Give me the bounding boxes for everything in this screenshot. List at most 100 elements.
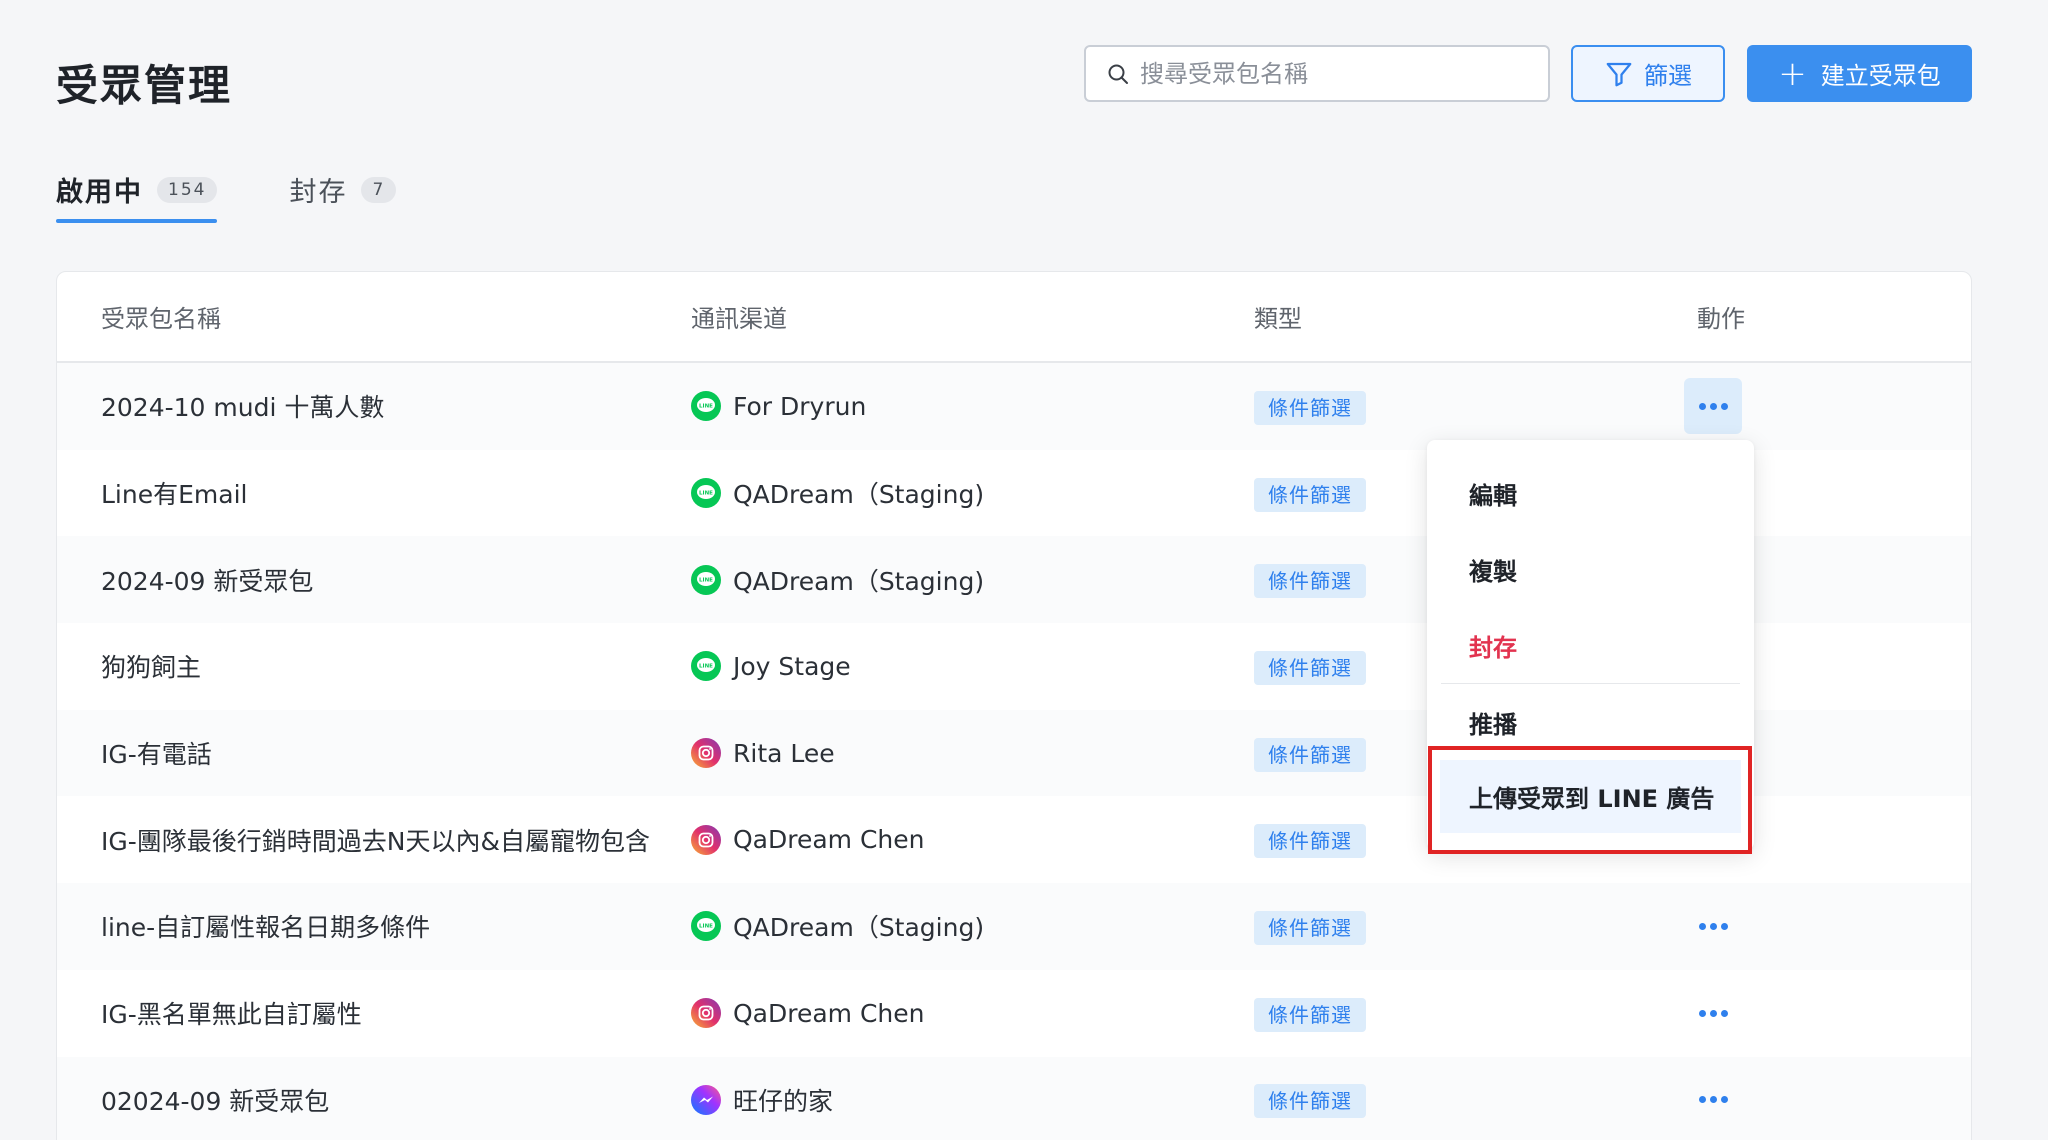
channel-name: QADream（Staging) — [733, 480, 985, 510]
action-cell — [1684, 985, 1742, 1041]
channel-name: QADream（Staging) — [733, 566, 985, 596]
table-header: 受眾包名稱 通訊渠道 類型 動作 — [57, 272, 1971, 363]
type-cell: 條件篩選 — [1254, 650, 1366, 685]
tab-count-badge: 7 — [361, 176, 397, 203]
svg-text:LINE: LINE — [699, 404, 713, 410]
more-actions-button[interactable] — [1684, 1072, 1742, 1128]
plus-icon: + — [1778, 53, 1807, 94]
type-cell: 條件篩選 — [1254, 564, 1366, 599]
table-row[interactable]: line-自訂屬性報名日期多條件 LINE QADream（Staging) 條… — [57, 883, 1971, 970]
type-cell: 條件篩選 — [1254, 390, 1366, 425]
type-cell: 條件篩選 — [1254, 997, 1366, 1032]
create-audience-button[interactable]: + 建立受眾包 — [1747, 45, 1972, 102]
action-cell — [1684, 898, 1742, 954]
channel-cell: LINE Joy Stage — [691, 651, 851, 682]
line-icon: LINE — [691, 911, 721, 942]
row-action-menu: 編輯 複製 封存 推播 上傳受眾到 LINE 廣告 — [1427, 440, 1754, 850]
menu-item-upload-line-ads[interactable]: 上傳受眾到 LINE 廣告 — [1440, 760, 1741, 833]
svg-text:LINE: LINE — [699, 924, 713, 930]
search-icon — [1108, 64, 1128, 84]
filter-icon — [1606, 62, 1632, 86]
type-tag: 條件篩選 — [1254, 390, 1366, 425]
channel-cell: QaDream Chen — [691, 824, 925, 855]
instagram-icon — [691, 738, 721, 769]
table-row[interactable]: 2024-10 mudi 十萬人數 LINE For Dryrun 條件篩選 — [57, 363, 1971, 450]
messenger-icon — [691, 1084, 721, 1115]
instagram-icon — [691, 824, 721, 855]
audience-name: 2024-09 新受眾包 — [101, 566, 314, 596]
more-icon — [1698, 1096, 1728, 1104]
type-cell: 條件篩選 — [1254, 737, 1366, 772]
type-cell: 條件篩選 — [1254, 824, 1366, 859]
type-tag: 條件篩選 — [1254, 737, 1366, 772]
channel-name: QaDream Chen — [733, 998, 925, 1028]
type-tag: 條件篩選 — [1254, 824, 1366, 859]
type-cell: 條件篩選 — [1254, 910, 1366, 945]
audience-name: 2024-10 mudi 十萬人數 — [101, 393, 385, 423]
table-row[interactable]: 02024-09 新受眾包 旺仔的家 條件篩選 — [57, 1056, 1971, 1140]
action-cell — [1684, 378, 1742, 435]
audience-name: Line有Email — [101, 480, 248, 510]
column-header-name: 受眾包名稱 — [101, 305, 221, 333]
table-row[interactable]: IG-黑名單無此自訂屬性 QaDream Chen 條件篩選 — [57, 969, 1971, 1057]
audience-management-page: 受眾管理 篩選 + 建立受眾包 啟用中 154 封存 7 受眾包名稱 通訊渠道 … — [0, 0, 2048, 1140]
status-tabs: 啟用中 154 封存 7 — [56, 170, 397, 223]
line-icon: LINE — [691, 478, 721, 509]
audience-name: line-自訂屬性報名日期多條件 — [101, 913, 431, 943]
type-tag: 條件篩選 — [1254, 564, 1366, 599]
channel-cell: QaDream Chen — [691, 998, 925, 1029]
channel-name: Rita Lee — [733, 738, 835, 768]
channel-cell: 旺仔的家 — [691, 1082, 833, 1118]
action-cell — [1684, 1072, 1742, 1128]
type-tag: 條件篩選 — [1254, 997, 1366, 1032]
type-tag: 條件篩選 — [1254, 650, 1366, 685]
channel-name: For Dryrun — [733, 391, 867, 421]
audience-name: 02024-09 新受眾包 — [101, 1086, 330, 1116]
column-header-channel: 通訊渠道 — [691, 305, 787, 333]
type-tag: 條件篩選 — [1254, 1084, 1366, 1119]
audience-name: IG-有電話 — [101, 740, 212, 770]
type-cell: 條件篩選 — [1254, 1084, 1366, 1119]
more-actions-button[interactable] — [1684, 898, 1742, 954]
more-icon — [1698, 1009, 1728, 1017]
channel-name: QADream（Staging) — [733, 913, 985, 943]
channel-name: QaDream Chen — [733, 825, 925, 855]
audience-name: IG-黑名單無此自訂屬性 — [101, 1000, 362, 1030]
channel-cell: Rita Lee — [691, 738, 835, 769]
channel-name: 旺仔的家 — [733, 1086, 834, 1116]
column-header-action: 動作 — [1697, 305, 1745, 333]
search-input[interactable] — [1140, 59, 1520, 88]
audience-name: IG-團隊最後行銷時間過去N天以內&自屬寵物包含 — [101, 826, 650, 856]
channel-name: Joy Stage — [733, 651, 851, 681]
more-icon — [1698, 402, 1728, 410]
menu-item-broadcast[interactable]: 推播 — [1427, 684, 1754, 760]
tab-archived[interactable]: 封存 7 — [289, 170, 397, 223]
menu-item-archive[interactable]: 封存 — [1427, 607, 1754, 683]
tab-label: 封存 — [289, 177, 348, 208]
tab-active[interactable]: 啟用中 154 — [56, 170, 218, 223]
line-icon: LINE — [691, 564, 721, 595]
channel-cell: LINE For Dryrun — [691, 391, 867, 422]
tab-label: 啟用中 — [56, 177, 143, 208]
line-icon: LINE — [691, 651, 721, 682]
search-box[interactable] — [1084, 45, 1550, 102]
menu-item-edit[interactable]: 編輯 — [1427, 455, 1754, 531]
channel-cell: LINE QADream（Staging) — [691, 475, 984, 511]
svg-text:LINE: LINE — [699, 577, 713, 583]
type-cell: 條件篩選 — [1254, 477, 1366, 512]
line-icon: LINE — [691, 391, 721, 422]
type-tag: 條件篩選 — [1254, 477, 1366, 512]
svg-text:LINE: LINE — [699, 664, 713, 670]
more-actions-button[interactable] — [1684, 378, 1742, 435]
menu-item-duplicate[interactable]: 複製 — [1427, 531, 1754, 607]
filter-button[interactable]: 篩選 — [1571, 45, 1725, 102]
page-title: 受眾管理 — [56, 61, 233, 110]
tab-count-badge: 154 — [157, 176, 218, 203]
svg-text:LINE: LINE — [699, 491, 713, 497]
channel-cell: LINE QADream（Staging) — [691, 908, 984, 944]
create-audience-label: 建立受眾包 — [1820, 62, 1941, 90]
channel-cell: LINE QADream（Staging) — [691, 562, 984, 598]
more-actions-button[interactable] — [1684, 985, 1742, 1041]
column-header-type: 類型 — [1254, 305, 1302, 333]
more-icon — [1698, 922, 1728, 930]
